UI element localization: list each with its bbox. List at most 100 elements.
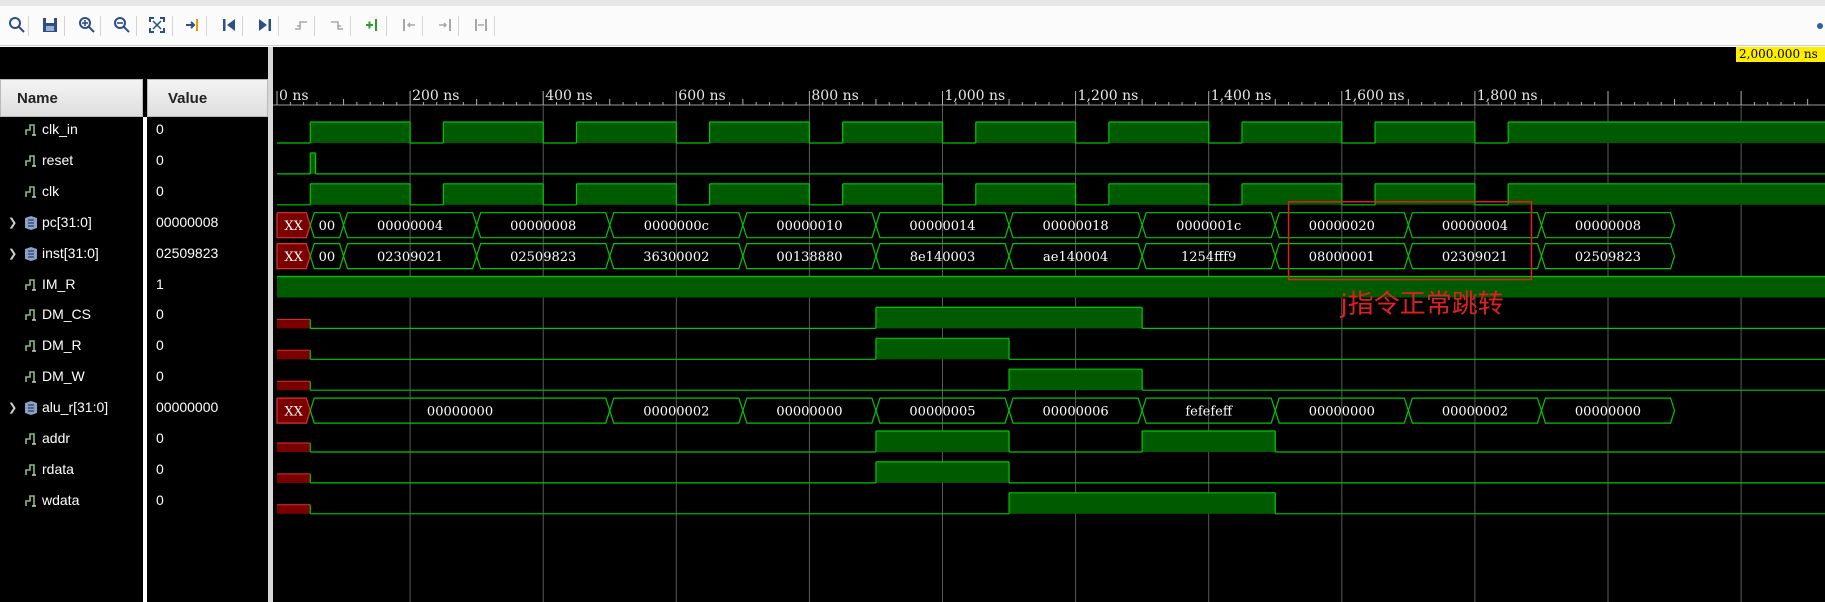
signal-row[interactable]: ❯ pc[31:0] 00000008 — [0, 208, 268, 239]
signal-row[interactable]: DM_CS 0 — [0, 300, 268, 331]
ruler-label: 0 ns — [279, 88, 309, 104]
high-level-fill — [1508, 122, 1825, 143]
signal-name: addr — [42, 430, 71, 446]
toolbar-separator — [350, 16, 351, 36]
toolbar-separator — [172, 16, 173, 36]
bus-value-label: 00000002 — [643, 405, 709, 420]
ruler-label: 200 ns — [412, 88, 459, 104]
signal-value: 0 — [156, 151, 164, 168]
x-state-segment — [277, 319, 311, 329]
bus-signal-icon — [25, 215, 37, 230]
ruler-label: 1,400 ns — [1211, 88, 1272, 104]
signal-row[interactable]: addr 0 — [0, 424, 268, 455]
signal-row[interactable]: ❯ alu_r[31:0] 00000000 — [0, 393, 268, 424]
bus-value-label: XX — [284, 405, 303, 420]
ruler-label: 1,200 ns — [1078, 88, 1139, 104]
ruler-label: 800 ns — [811, 88, 858, 104]
high-level-fill — [709, 122, 810, 143]
prev-transition-button[interactable] — [289, 13, 313, 37]
go-to-cursor-button[interactable] — [181, 13, 205, 37]
value-column-header[interactable]: Value — [147, 79, 268, 117]
bus-value-label: XX — [284, 219, 303, 234]
signal-name: alu_r[31:0] — [42, 399, 109, 416]
signal-row[interactable]: rdata 0 — [0, 455, 268, 486]
x-state-segment — [277, 473, 311, 483]
high-level-fill — [1009, 492, 1276, 514]
swap-cursors-icon — [475, 19, 487, 31]
toolbar-separator — [242, 16, 243, 36]
expand-chevron-icon[interactable]: ❯ — [8, 247, 17, 260]
signal-value: 0 — [156, 491, 164, 508]
next-marker-button[interactable] — [433, 13, 457, 37]
signal-name: inst[31:0] — [42, 244, 99, 261]
toolbar-separator — [206, 16, 207, 36]
bit-signal-icon — [25, 464, 36, 476]
bus-value-label: 02309021 — [377, 250, 443, 265]
swap-cursors-button[interactable] — [469, 13, 493, 37]
bus-value-label: 00138880 — [776, 250, 842, 265]
high-level-fill — [875, 431, 1010, 452]
next-transition-icon — [331, 21, 343, 30]
high-level-fill — [443, 122, 544, 143]
signal-value: 0 — [156, 337, 164, 354]
signal-row[interactable]: DM_R 0 — [0, 331, 268, 362]
prev-marker-icon — [403, 19, 415, 31]
save-button[interactable] — [38, 13, 62, 37]
bus-value-label: 00000004 — [1442, 219, 1508, 234]
x-state-segment — [277, 381, 311, 391]
go-to-start-button[interactable] — [217, 13, 241, 37]
signal-row[interactable]: clk_in 0 — [0, 115, 268, 146]
expand-chevron-icon[interactable]: ❯ — [8, 401, 17, 414]
bus-value-label: 00000004 — [377, 219, 443, 234]
bit-signal-icon — [25, 340, 36, 352]
next-marker-icon — [439, 19, 451, 31]
signal-row[interactable]: ❯ inst[31:0] 02509823 — [0, 239, 268, 270]
go-to-end-button[interactable] — [253, 13, 277, 37]
zoom-fit-button[interactable] — [145, 13, 169, 37]
bus-value-label: 00000002 — [1442, 405, 1508, 420]
toolbar-separator — [64, 16, 65, 36]
signal-row[interactable]: wdata 0 — [0, 486, 268, 517]
signal-value: 00000000 — [156, 399, 219, 416]
value-column-title: Value — [168, 89, 208, 107]
waveform-canvas[interactable]: 0 ns 200 ns 400 ns 600 ns 800 ns 1,000 ns 1,20… — [273, 47, 1825, 602]
signal-name: pc[31:0] — [42, 213, 92, 230]
bit-signal-icon — [25, 494, 36, 507]
signal-row[interactable]: clk 0 — [0, 177, 268, 208]
add-marker-icon — [366, 19, 377, 31]
x-state-segment — [277, 504, 311, 514]
bus-value-label: 02309021 — [1442, 250, 1508, 265]
signal-value: 02509823 — [156, 244, 219, 261]
search-button[interactable] — [5, 13, 29, 37]
high-level-fill — [875, 338, 1010, 360]
signal-row[interactable]: DM_W 0 — [0, 362, 268, 393]
waveform-area[interactable]: 0 ns 200 ns 400 ns 600 ns 800 ns 1,000 ns 1,20… — [273, 47, 1825, 602]
signal-row[interactable]: reset 0 — [0, 146, 268, 177]
next-transition-button[interactable] — [325, 13, 349, 37]
ruler-label: 1,600 ns — [1344, 88, 1405, 104]
prev-marker-button[interactable] — [397, 13, 421, 37]
bus-value-label: 00000000 — [1575, 405, 1641, 420]
signal-name: DM_CS — [42, 306, 92, 323]
bus-value-label: 00000014 — [909, 219, 975, 234]
signal-name: clk — [42, 182, 60, 199]
expand-chevron-icon[interactable]: ❯ — [8, 216, 17, 229]
go-to-start-icon — [223, 19, 235, 31]
signal-name: DM_R — [42, 337, 82, 354]
cursor-time-marker[interactable]: 2,000.000 ns — [1736, 47, 1825, 62]
zoom-out-button[interactable] — [110, 13, 134, 37]
signal-name: rdata — [42, 460, 74, 477]
annotation-label: j指令正常跳转 — [1340, 289, 1504, 319]
signal-name-panel: Name Value clk_in 0 reset 0 clk 0 ❯ pc[31:0] 000… — [0, 47, 268, 602]
toolbar-separator — [278, 16, 279, 36]
search-icon — [9, 17, 25, 33]
signal-name: wdata — [42, 491, 80, 508]
zoom-in-icon — [79, 17, 95, 33]
toolbar-overflow-icon[interactable] — [1817, 23, 1823, 29]
signal-row[interactable]: IM_R 1 — [0, 270, 268, 301]
name-column-header[interactable]: Name — [0, 79, 143, 117]
high-level-fill — [842, 183, 943, 205]
zoom-in-button[interactable] — [75, 13, 99, 37]
add-marker-button[interactable] — [361, 13, 385, 37]
bus-value-label: 00 — [319, 250, 336, 265]
